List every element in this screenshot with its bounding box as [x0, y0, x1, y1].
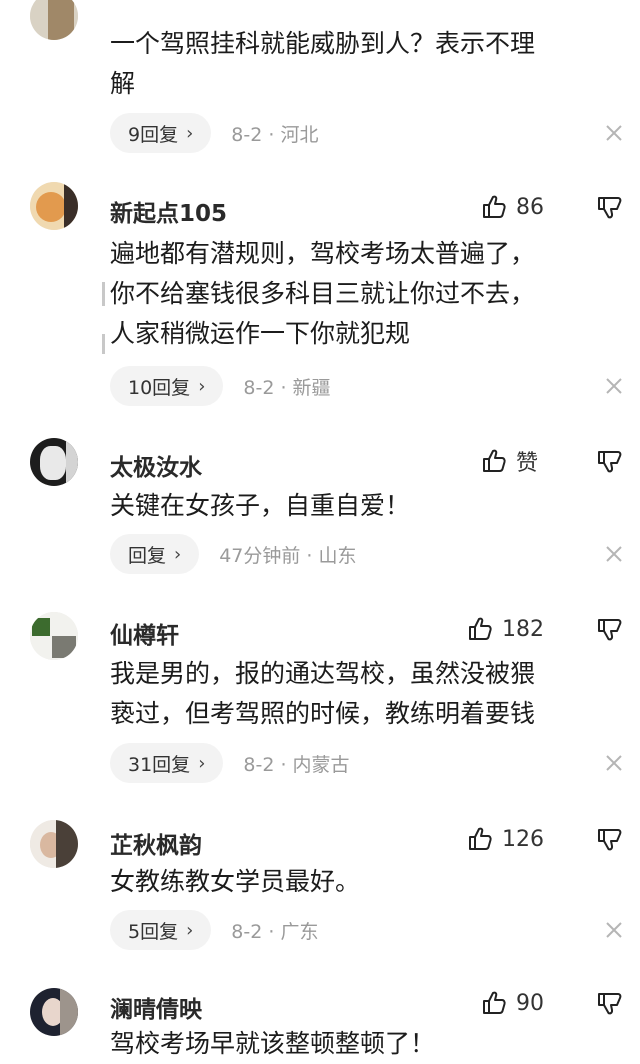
comment-text: 关键在女孩子，自重自爱！ [110, 491, 411, 520]
thumbs-down-icon [598, 451, 622, 473]
thumbs-down-icon [598, 829, 622, 851]
dislike-button[interactable] [594, 988, 624, 1018]
username[interactable]: 澜晴倩映 [110, 990, 202, 1024]
close-icon[interactable] [604, 376, 624, 396]
thumbs-down-icon [598, 197, 622, 219]
thumbs-down-icon [598, 993, 622, 1015]
like-button[interactable]: 赞 [480, 446, 538, 476]
reply-button[interactable]: 10回复 › [110, 366, 224, 406]
thumbs-up-icon [483, 449, 506, 472]
close-icon[interactable] [604, 544, 624, 564]
like-button[interactable]: 86 [480, 192, 544, 222]
close-icon[interactable] [604, 123, 624, 143]
username[interactable]: 芷秋枫韵 [110, 826, 202, 860]
comment-text: 驾校考场早就该整顿整顿了！ [110, 1029, 436, 1058]
chevron-right-icon: › [174, 543, 182, 565]
avatar[interactable] [30, 0, 78, 40]
like-button[interactable]: 182 [466, 614, 544, 644]
username[interactable]: 新起点105 [110, 194, 227, 228]
edge-artifact [102, 282, 105, 306]
comment-meta: 10回复 › 8-2 · 新疆 [110, 366, 331, 406]
thumbs-up-icon [469, 827, 492, 850]
comment-time-location: 8-2 · 新疆 [243, 376, 331, 399]
avatar[interactable] [30, 438, 78, 486]
comment-text: 女教练教女学员最好。 [110, 867, 361, 896]
avatar[interactable] [30, 612, 78, 660]
comment-text: 一个驾照挂科就能威胁到人？表示不理 解 [110, 29, 536, 98]
dislike-button[interactable] [594, 614, 624, 644]
like-button[interactable]: 90 [480, 988, 544, 1018]
username[interactable]: 仙樽轩 [110, 616, 179, 650]
chevron-right-icon: › [186, 122, 194, 144]
reply-button[interactable]: 31回复 › [110, 743, 224, 783]
comment-meta: 9回复 › 8-2 · 河北 [110, 113, 318, 153]
reply-button[interactable]: 9回复 › [110, 113, 212, 153]
comment-text: 遍地都有潜规则，驾校考场太普遍了， 你不给塞钱很多科目三就让你过不去， 人家稍微… [110, 239, 536, 348]
dislike-button[interactable] [594, 446, 624, 476]
thumbs-up-icon [483, 195, 506, 218]
thumbs-up-icon [483, 991, 506, 1014]
comment-meta: 31回复 › 8-2 · 内蒙古 [110, 743, 350, 783]
avatar[interactable] [30, 988, 78, 1036]
comment-time-location: 8-2 · 内蒙古 [243, 753, 350, 776]
chevron-right-icon: › [198, 375, 206, 397]
dislike-button[interactable] [594, 824, 624, 854]
chevron-right-icon: › [198, 752, 206, 774]
close-icon[interactable] [604, 920, 624, 940]
chevron-right-icon: › [186, 919, 194, 941]
reply-button[interactable]: 5回复 › [110, 910, 212, 950]
comment-text: 我是男的，报的通达驾校，虽然没被猥 亵过，但考驾照的时候，教练明着要钱 [110, 659, 536, 728]
reply-button[interactable]: 回复 › [110, 534, 200, 574]
dislike-button[interactable] [594, 192, 624, 222]
thumbs-up-icon [469, 617, 492, 640]
avatar[interactable] [30, 182, 78, 230]
thumbs-down-icon [598, 619, 622, 641]
username[interactable]: 太极汝水 [110, 448, 202, 482]
comment-time-location: 8-2 · 广东 [231, 920, 319, 943]
comment-meta: 5回复 › 8-2 · 广东 [110, 910, 318, 950]
like-button[interactable]: 126 [466, 824, 544, 854]
comment-meta: 回复 › 47分钟前 · 山东 [110, 534, 357, 574]
avatar[interactable] [30, 820, 78, 868]
close-icon[interactable] [604, 753, 624, 773]
edge-artifact [102, 334, 105, 354]
comment-time-location: 8-2 · 河北 [231, 123, 319, 146]
comment-time-location: 47分钟前 · 山东 [219, 544, 357, 567]
